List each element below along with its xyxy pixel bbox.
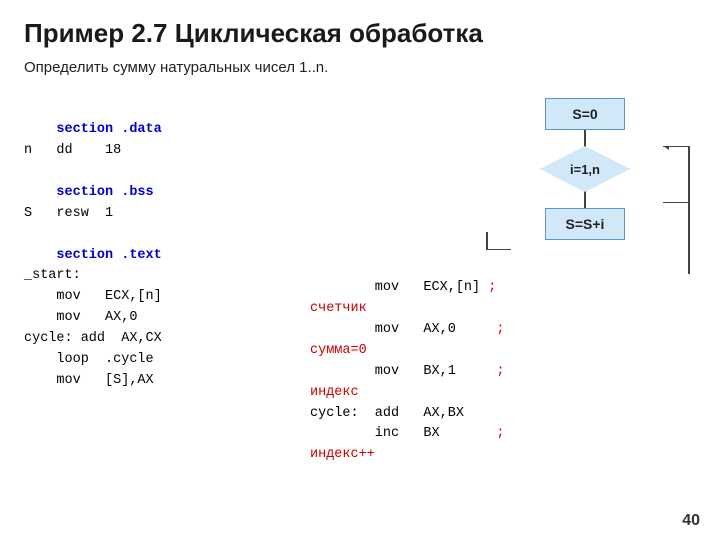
rcode-line-2: mov AX,0 ;: [310, 320, 504, 341]
rcode-line-5: inc BX ;: [310, 424, 504, 445]
code-line-12: loop .cycle: [24, 350, 162, 371]
code-line-13: mov [S],AX: [24, 371, 162, 392]
loop-back-arrow: [661, 202, 695, 274]
page-number: 40: [682, 512, 700, 530]
subtitle: Определить сумму натуральных чисел 1..n.: [24, 59, 696, 76]
flow-box-s0: S=0: [545, 98, 625, 130]
flow-box-ssi: S=S+i: [545, 208, 625, 240]
flow-diamond-container: i=1,n: [505, 146, 665, 192]
code-line-9: mov ECX,[n]: [24, 287, 162, 308]
flow-connector-1: [584, 130, 586, 146]
page: Пример 2.7 Циклическая обработка Определ…: [0, 0, 720, 540]
rcode-line-4: cycle: add AX,BX: [310, 404, 504, 425]
rcode-comment-3: индекс: [310, 383, 504, 404]
code-line-4: section .bss: [24, 183, 162, 204]
code-line-2: n dd 18: [24, 141, 162, 162]
keyword-section-text: section .text: [56, 248, 161, 263]
rcode-comment-5: индекс++: [310, 445, 504, 466]
code-line-1: section .data: [24, 120, 162, 141]
page-title: Пример 2.7 Циклическая обработка: [24, 18, 696, 49]
right-code-block: mov ECX,[n] ; счетчик mov AX,0 ; сумма=0…: [310, 278, 504, 466]
flow-box-i1n: i=1,n: [540, 146, 630, 192]
left-code-block: section .data n dd 18 section .bss S res…: [24, 120, 162, 392]
code-line-3: [24, 162, 162, 183]
keyword-section-data: section .data: [56, 122, 161, 137]
keyword-section-bss: section .bss: [56, 185, 153, 200]
flow-connector-2: [584, 192, 586, 208]
code-line-7: section .text: [24, 246, 162, 267]
flow-ssi-container: S=S+i: [505, 208, 665, 240]
code-line-5: S resw 1: [24, 204, 162, 225]
flow-s0-container: S=0: [505, 98, 665, 130]
code-line-11: cycle: add AX,CX: [24, 329, 162, 350]
rcode-line-3: mov BX,1 ;: [310, 362, 504, 383]
code-line-6: [24, 225, 162, 246]
rcode-line-1: mov ECX,[n] ;: [310, 278, 504, 299]
rcode-comment-2: сумма=0: [310, 341, 504, 362]
code-line-10: mov AX,0: [24, 308, 162, 329]
flowchart-diagram: S=0 i=1,n S=S+i: [505, 98, 665, 240]
loop-arrow-svg: [477, 130, 511, 250]
rcode-comment-1: счетчик: [310, 299, 504, 320]
code-line-8: _start:: [24, 266, 162, 287]
loop-back-top-arrow: [661, 146, 695, 206]
